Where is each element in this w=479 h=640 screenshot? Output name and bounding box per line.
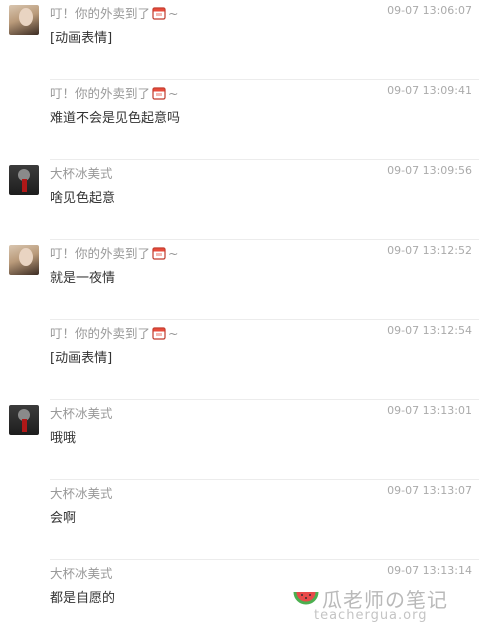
takeout-cup-icon <box>152 87 166 100</box>
sender-name-text: 叮！你的外卖到了 <box>50 246 151 261</box>
message-text: 就是一夜情 <box>50 271 116 286</box>
timestamp: 09-07 13:12:54 <box>387 324 472 337</box>
watermark: 瓜老师の笔记 teachergua.org <box>293 586 463 626</box>
sender-name[interactable]: 叮！你的外卖到了 ~ <box>50 3 179 22</box>
timestamp: 09-07 13:09:56 <box>387 164 472 177</box>
avatar[interactable] <box>9 405 39 435</box>
timestamp: 09-07 13:13:07 <box>387 484 472 497</box>
avatar[interactable] <box>9 5 39 35</box>
avatar[interactable] <box>9 245 39 275</box>
watermark-url: teachergua.org <box>314 608 428 623</box>
message-item: 叮！你的外卖到了 ~ 09-07 13:09:41 难道不会是见色起意吗 <box>0 80 479 160</box>
sender-name[interactable]: 大杯冰美式 <box>50 563 113 582</box>
avatar[interactable] <box>9 165 39 195</box>
sender-name[interactable]: 叮！你的外卖到了 ~ <box>50 243 179 262</box>
name-suffix: ~ <box>168 246 179 261</box>
timestamp: 09-07 13:12:52 <box>387 244 472 257</box>
sender-name-text: 叮！你的外卖到了 <box>50 6 151 21</box>
message-text: 哦哦 <box>50 431 77 446</box>
takeout-cup-icon <box>152 327 166 340</box>
message-text: 啥见色起意 <box>50 191 116 206</box>
sender-name[interactable]: 叮！你的外卖到了 ~ <box>50 83 179 102</box>
message-item: 大杯冰美式 09-07 13:13:01 哦哦 <box>0 400 479 480</box>
message-text: 都是自愿的 <box>50 591 116 606</box>
sender-name[interactable]: 大杯冰美式 <box>50 163 113 182</box>
timestamp: 09-07 13:13:14 <box>387 564 472 577</box>
name-suffix: ~ <box>168 86 179 101</box>
takeout-cup-icon <box>152 7 166 20</box>
message-item: 叮！你的外卖到了 ~ 09-07 13:12:52 就是一夜情 <box>0 240 479 320</box>
message-text: [动画表情] <box>50 31 113 46</box>
name-suffix: ~ <box>168 6 179 21</box>
timestamp: 09-07 13:13:01 <box>387 404 472 417</box>
sender-name[interactable]: 大杯冰美式 <box>50 483 113 502</box>
message-text: 会啊 <box>50 511 77 526</box>
timestamp: 09-07 13:09:41 <box>387 84 472 97</box>
message-text: [动画表情] <box>50 351 113 366</box>
sender-name-text: 叮！你的外卖到了 <box>50 326 151 341</box>
name-suffix: ~ <box>168 326 179 341</box>
message-item: 大杯冰美式 09-07 13:09:56 啥见色起意 <box>0 160 479 240</box>
timestamp: 09-07 13:06:07 <box>387 4 472 17</box>
sender-name[interactable]: 叮！你的外卖到了 ~ <box>50 323 179 342</box>
takeout-cup-icon <box>152 247 166 260</box>
message-text: 难道不会是见色起意吗 <box>50 111 181 126</box>
sender-name-text: 叮！你的外卖到了 <box>50 86 151 101</box>
message-item: 大杯冰美式 09-07 13:13:07 会啊 <box>0 480 479 560</box>
message-item: 叮！你的外卖到了 ~ 09-07 13:06:07 [动画表情] <box>0 0 479 80</box>
sender-name[interactable]: 大杯冰美式 <box>50 403 113 422</box>
message-item: 叮！你的外卖到了 ~ 09-07 13:12:54 [动画表情] <box>0 320 479 400</box>
